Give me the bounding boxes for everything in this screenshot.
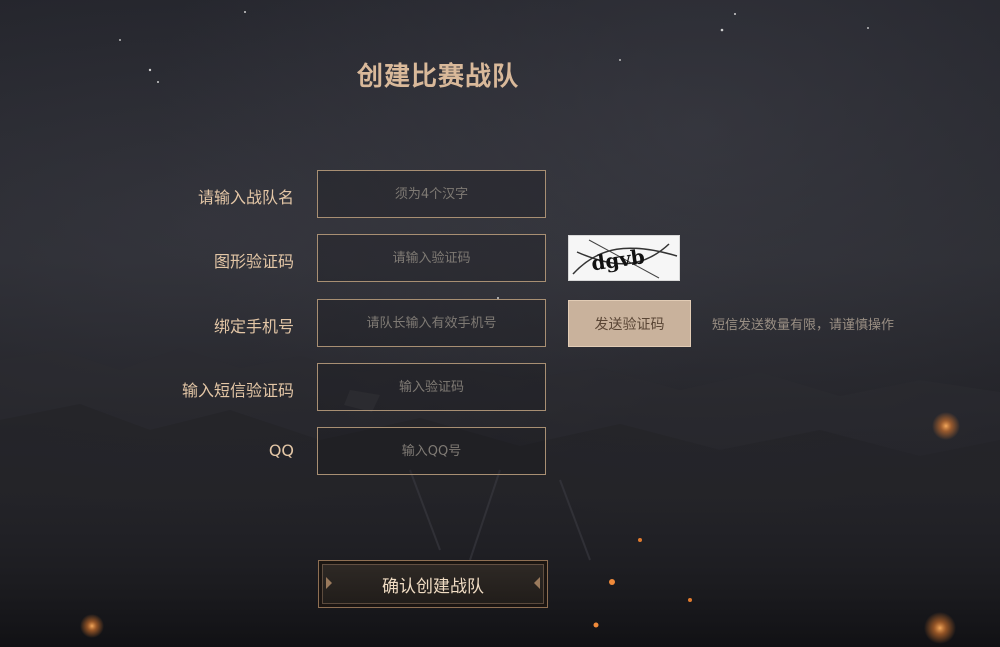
qq-label: QQ <box>268 441 294 460</box>
arrow-left-icon <box>326 577 332 589</box>
submit-container: 确认创建战队 <box>318 560 548 608</box>
team-name-label: 请输入战队名 <box>197 188 294 207</box>
phone-input[interactable] <box>317 299 546 347</box>
sms-code-label: 输入短信验证码 <box>181 381 294 400</box>
create-team-button[interactable]: 确认创建战队 <box>318 560 548 608</box>
captcha-label: 图形验证码 <box>213 252 294 271</box>
captcha-noise: dgvb <box>572 239 678 279</box>
sms-limit-note: 短信发送数量有限，请谨慎操作 <box>712 318 895 333</box>
phone-label: 绑定手机号 <box>213 317 294 336</box>
captcha-input[interactable] <box>317 234 546 282</box>
captcha-text: dgvb <box>590 244 646 275</box>
qq-input[interactable] <box>317 427 546 475</box>
sms-code-input[interactable] <box>317 363 546 411</box>
team-name-input[interactable] <box>317 170 546 218</box>
send-code-button[interactable]: 发送验证码 <box>568 300 691 347</box>
page-title: 创建比赛战队 <box>356 62 519 92</box>
arrow-right-icon <box>534 577 540 589</box>
captcha-image[interactable]: dgvb <box>568 235 680 281</box>
